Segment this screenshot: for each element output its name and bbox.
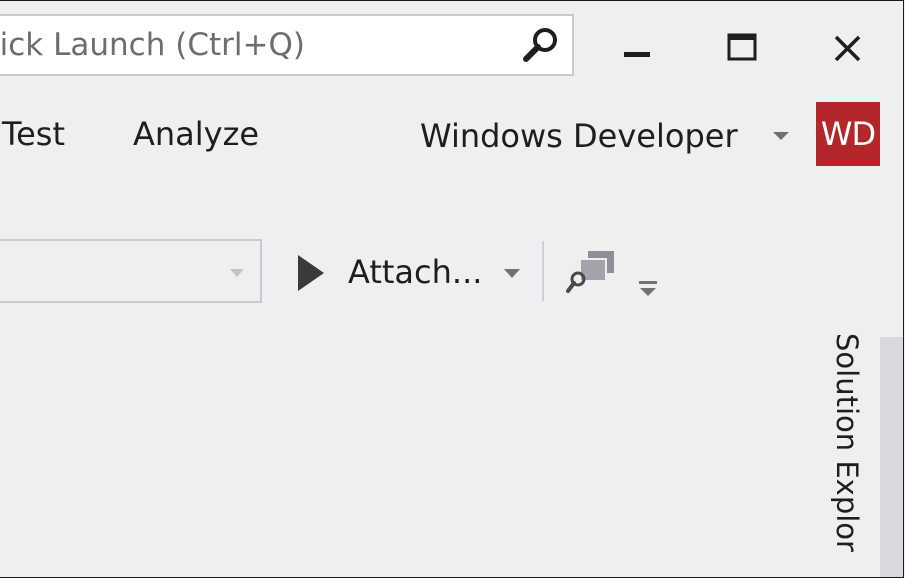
attach-label: Attach... — [348, 253, 483, 291]
menu-item-test[interactable]: Test — [2, 111, 65, 157]
quick-launch-input[interactable] — [0, 27, 480, 63]
maximize-icon[interactable] — [717, 23, 767, 73]
search-icon[interactable] — [520, 24, 562, 66]
overflow-icon[interactable] — [636, 271, 660, 303]
minimize-icon[interactable] — [612, 23, 662, 73]
toolbar-separator — [542, 241, 544, 301]
solution-explorer-tab[interactable]: Solution Explor — [826, 331, 866, 577]
attach-button[interactable]: Attach... — [290, 245, 530, 301]
account-name[interactable]: Windows Developer — [420, 113, 738, 159]
scrollbar[interactable] — [880, 337, 903, 577]
debug-target-combo[interactable] — [0, 239, 262, 303]
chevron-down-icon[interactable] — [770, 129, 792, 143]
solution-explorer-label: Solution Explor — [830, 333, 864, 552]
chevron-down-icon[interactable] — [502, 267, 522, 280]
avatar[interactable]: WD — [816, 102, 880, 166]
find-window-icon[interactable] — [566, 247, 618, 297]
close-icon[interactable] — [822, 23, 872, 73]
chevron-down-icon[interactable] — [228, 267, 246, 279]
app-window: Test Analyze Windows Developer WD Attach… — [0, 0, 904, 578]
menu-item-analyze[interactable]: Analyze — [133, 111, 259, 157]
quick-launch-box[interactable] — [0, 14, 574, 76]
play-icon — [298, 255, 324, 291]
